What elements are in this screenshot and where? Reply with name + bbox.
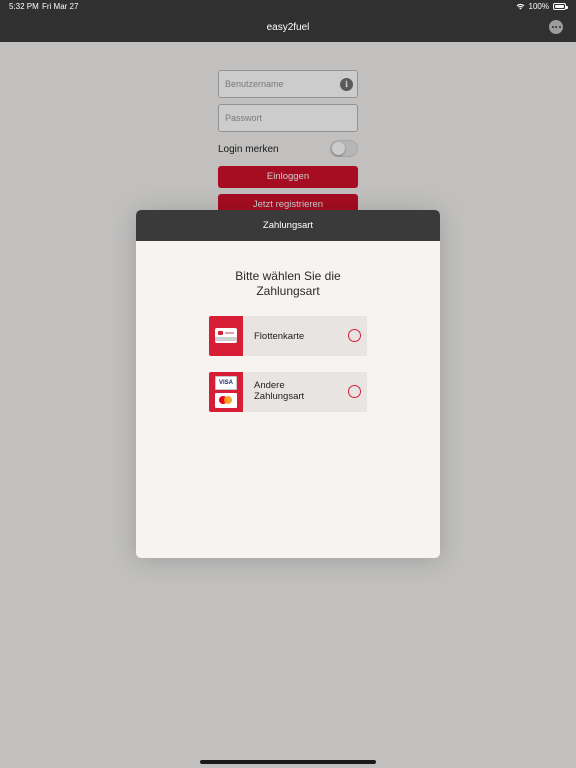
- payment-modal: Zahlungsart Bitte wählen Sie die Zahlung…: [136, 210, 440, 558]
- battery-icon: [553, 3, 568, 10]
- radio-button[interactable]: [348, 329, 361, 342]
- status-bar: 5:32 PM Fri Mar 27 100%: [0, 0, 576, 14]
- status-date: Fri Mar 27: [42, 2, 79, 11]
- payment-option-other[interactable]: VISA Andere Zahlungsart: [209, 372, 367, 412]
- wifi-icon: [516, 3, 524, 10]
- fleet-card-icon: [215, 328, 237, 343]
- mastercard-icon: [215, 393, 237, 408]
- app-title: easy2fuel: [266, 22, 310, 33]
- payment-option-label: Andere Zahlungsart: [254, 380, 305, 402]
- modal-prompt: Bitte wählen Sie die Zahlungsart: [235, 269, 341, 298]
- more-dots-icon[interactable]: [549, 20, 563, 34]
- status-right: 100%: [516, 2, 568, 11]
- status-time: 5:32 PM: [9, 2, 39, 11]
- battery-percent: 100%: [528, 2, 549, 11]
- home-indicator[interactable]: [200, 760, 376, 764]
- radio-button[interactable]: [348, 385, 361, 398]
- visa-icon: VISA: [215, 376, 237, 390]
- payment-option-fleet-card[interactable]: Flottenkarte: [209, 316, 367, 356]
- fleet-card-icon-box: [209, 316, 243, 356]
- payment-option-label: Flottenkarte: [254, 331, 305, 342]
- modal-title: Zahlungsart: [136, 210, 440, 241]
- nav-bar: easy2fuel: [0, 14, 576, 42]
- visa-mastercard-icon-box: VISA: [209, 372, 243, 412]
